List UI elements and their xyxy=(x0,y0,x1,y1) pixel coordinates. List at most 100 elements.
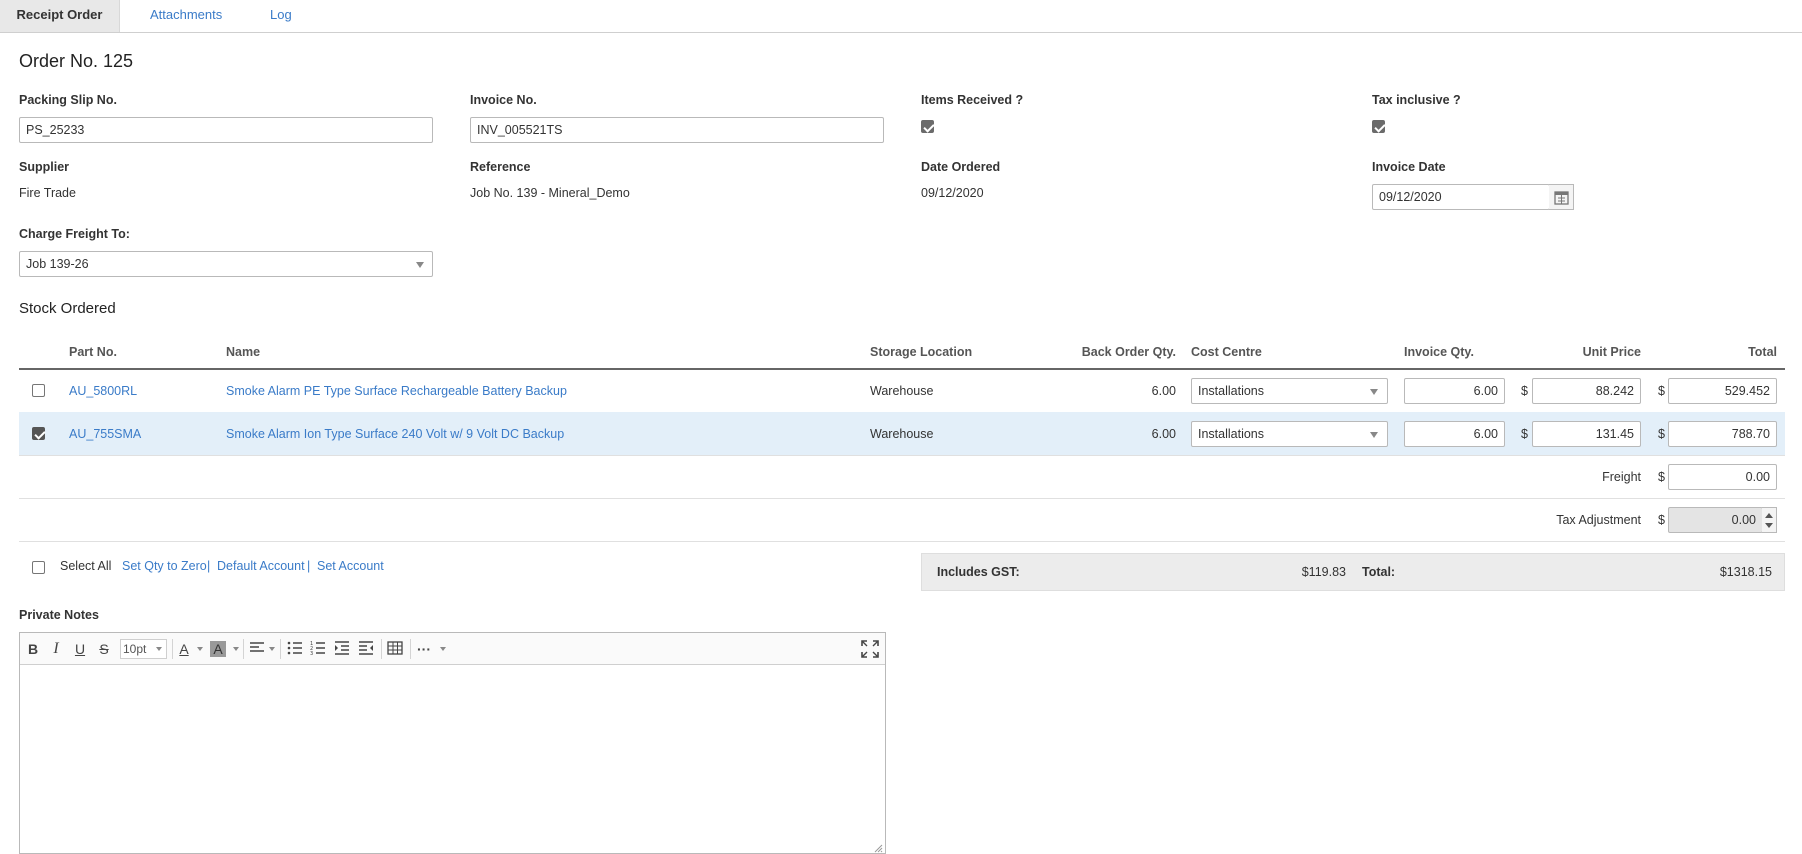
font-color-icon[interactable]: A xyxy=(175,640,193,658)
tax-adjustment-label: Tax Adjustment xyxy=(1556,513,1641,527)
total-value: $1318.15 xyxy=(1719,565,1772,579)
tax-inclusive-checkbox[interactable] xyxy=(1372,120,1385,133)
chevron-down-icon[interactable] xyxy=(233,647,239,651)
col-invoice-qty: Invoice Qty. xyxy=(1404,345,1474,359)
font-size-select[interactable]: 10pt xyxy=(120,639,167,659)
col-total: Total xyxy=(1748,345,1777,359)
col-back-order: Back Order Qty. xyxy=(1081,345,1176,359)
cost-centre-select[interactable]: Installations xyxy=(1191,378,1388,404)
fullscreen-icon[interactable] xyxy=(861,640,879,658)
table-header-divider xyxy=(19,368,1785,370)
table-icon[interactable] xyxy=(386,640,404,658)
supplier-label: Supplier xyxy=(19,160,70,174)
row-divider xyxy=(19,498,1785,499)
outdent-icon[interactable] xyxy=(357,640,375,658)
tab-log[interactable]: Log xyxy=(270,0,292,32)
select-all-checkbox[interactable] xyxy=(32,561,45,574)
indent-icon[interactable] xyxy=(333,640,351,658)
font-size-value: 10pt xyxy=(123,642,147,656)
col-cost-centre: Cost Centre xyxy=(1191,345,1262,359)
currency-symbol: $ xyxy=(1658,470,1665,484)
chevron-down-icon xyxy=(1370,389,1378,395)
invoice-no-input[interactable]: INV_005521TS xyxy=(470,117,884,143)
tax-adjustment-input[interactable]: 0.00 xyxy=(1668,507,1763,533)
item-name-link[interactable]: Smoke Alarm PE Type Surface Rechargeable… xyxy=(226,384,567,398)
invoice-date-input[interactable]: 09/12/2020 xyxy=(1372,184,1550,210)
bullet-list-icon[interactable] xyxy=(286,640,304,658)
part-no-link[interactable]: AU_755SMA xyxy=(69,427,141,441)
charge-freight-select[interactable]: Job 139-26 xyxy=(19,251,433,277)
toolbar-separator xyxy=(243,639,244,659)
svg-text:3: 3 xyxy=(310,651,313,656)
cost-centre-value: Installations xyxy=(1198,384,1265,398)
set-account-link[interactable]: Set Account xyxy=(317,559,384,573)
chevron-down-icon[interactable] xyxy=(197,647,203,651)
gst-label: Includes GST: xyxy=(937,565,1020,579)
total-input[interactable]: 788.70 xyxy=(1668,421,1777,447)
default-account-link[interactable]: Default Account xyxy=(217,559,305,573)
stock-ordered-title: Stock Ordered xyxy=(19,300,116,317)
tab-bar: Receipt Order Attachments Log xyxy=(0,0,1802,33)
cost-centre-select[interactable]: Installations xyxy=(1191,421,1388,447)
page-title: Order No. 125 xyxy=(19,51,134,71)
reference-label: Reference xyxy=(470,160,531,174)
strikethrough-icon[interactable]: S xyxy=(95,640,113,658)
invoice-date-label: Invoice Date xyxy=(1372,160,1446,174)
resize-handle-icon[interactable] xyxy=(873,841,883,853)
tab-receipt-order[interactable]: Receipt Order xyxy=(0,0,120,32)
chevron-down-icon[interactable] xyxy=(269,647,275,651)
tax-adjustment-stepper[interactable] xyxy=(1762,507,1777,533)
invoice-qty-input[interactable]: 6.00 xyxy=(1404,421,1505,447)
numbered-list-icon[interactable]: 123 xyxy=(309,640,327,658)
set-qty-zero-link[interactable]: Set Qty to Zero xyxy=(122,559,207,573)
more-icon[interactable]: ··· xyxy=(415,640,433,658)
charge-freight-label: Charge Freight To: xyxy=(19,227,130,241)
editor-toolbar: B I U S 10pt A A 123 ··· xyxy=(20,633,885,665)
italic-icon[interactable]: I xyxy=(47,640,65,658)
currency-symbol: $ xyxy=(1658,384,1665,398)
currency-symbol: $ xyxy=(1658,427,1665,441)
part-no-link[interactable]: AU_5800RL xyxy=(69,384,137,398)
summary-bar: Includes GST: $119.83 Total: $1318.15 xyxy=(921,553,1785,591)
calendar-icon xyxy=(1554,191,1569,205)
col-part-no: Part No. xyxy=(69,345,117,359)
reference-value: Job No. 139 - Mineral_Demo xyxy=(470,186,630,200)
tab-attachments[interactable]: Attachments xyxy=(150,0,222,32)
invoice-no-label: Invoice No. xyxy=(470,93,537,107)
stepper-up-icon[interactable] xyxy=(1765,513,1773,518)
notes-textarea[interactable] xyxy=(20,665,885,853)
toolbar-separator xyxy=(172,639,173,659)
underline-icon[interactable]: U xyxy=(71,640,89,658)
calendar-button[interactable] xyxy=(1549,184,1574,210)
total-label: Total: xyxy=(1362,565,1396,579)
toolbar-separator xyxy=(280,639,281,659)
unit-price-input[interactable]: 131.45 xyxy=(1532,421,1641,447)
align-left-icon[interactable] xyxy=(248,640,266,658)
highlight-color-icon[interactable]: A xyxy=(210,641,226,657)
chevron-down-icon[interactable] xyxy=(440,647,446,651)
currency-symbol: $ xyxy=(1658,513,1665,527)
action-separator: | xyxy=(307,559,311,573)
chevron-down-icon xyxy=(416,262,424,268)
packing-slip-label: Packing Slip No. xyxy=(19,93,117,107)
row-divider xyxy=(19,455,1785,456)
invoice-qty-input[interactable]: 6.00 xyxy=(1404,378,1505,404)
bold-icon[interactable]: B xyxy=(24,640,42,658)
unit-price-input[interactable]: 88.242 xyxy=(1532,378,1641,404)
packing-slip-input[interactable]: PS_25233 xyxy=(19,117,433,143)
items-received-checkbox[interactable] xyxy=(921,120,934,133)
item-name-link[interactable]: Smoke Alarm Ion Type Surface 240 Volt w/… xyxy=(226,427,564,441)
row-checkbox[interactable] xyxy=(32,384,45,397)
date-ordered-label: Date Ordered xyxy=(921,160,1001,174)
items-received-label: Items Received ? xyxy=(921,93,1024,107)
charge-freight-value: Job 139-26 xyxy=(26,257,89,271)
col-name: Name xyxy=(226,345,261,359)
currency-symbol: $ xyxy=(1521,427,1528,441)
freight-input[interactable]: 0.00 xyxy=(1668,464,1777,490)
storage-location: Warehouse xyxy=(870,384,934,398)
back-order-qty: 6.00 xyxy=(1151,384,1176,398)
total-input[interactable]: 529.452 xyxy=(1668,378,1777,404)
stepper-down-icon[interactable] xyxy=(1765,523,1773,528)
row-checkbox[interactable] xyxy=(32,427,45,440)
toolbar-separator xyxy=(410,639,411,659)
